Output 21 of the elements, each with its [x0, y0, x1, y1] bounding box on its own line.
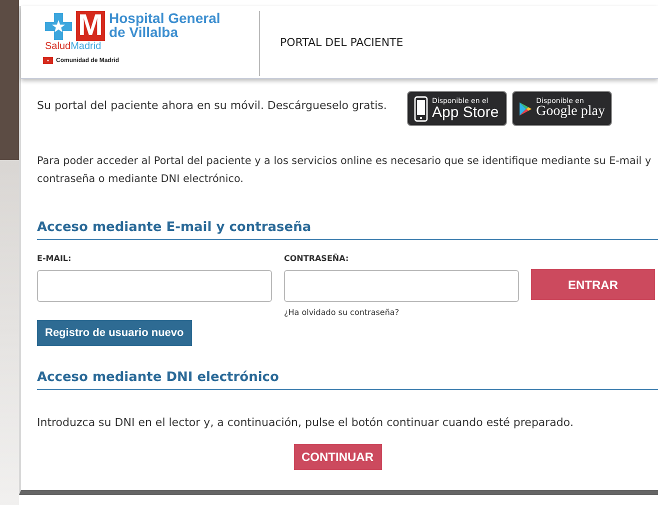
hospital-name: de Villalba [109, 25, 180, 39]
section-heading: Acceso mediante DNI electrónico [37, 370, 658, 390]
cross-logo-icon [43, 11, 75, 41]
instruction-text: Introduzca su DNI en el lector y, a continuación, pulse el botón continuar cuando esté preparado. [37, 416, 574, 429]
login-button[interactable]: ENTRAR [531, 269, 655, 300]
brand-name: SaludMadrid [45, 41, 102, 53]
input-field[interactable] [284, 270, 519, 302]
field-label: E-MAIL: [37, 254, 72, 265]
field-label: CONTRASEÑA: [284, 254, 350, 265]
section-heading: Acceso mediante E-mail y contraseña [37, 220, 658, 240]
phone-icon [414, 96, 428, 122]
register-button[interactable]: Registro de usuario nuevo [37, 320, 192, 346]
flag-icon [43, 57, 53, 64]
input-field[interactable] [37, 270, 272, 302]
portal-title: PORTAL DEL PACIENTE [279, 36, 404, 48]
forgot-password-link[interactable]: ¿Ha olvidado su contraseña? [284, 308, 519, 317]
promo-text: Su portal del paciente ahora en su móvil. Descárgueselo gratis. [37, 99, 388, 112]
hospital-name: Hospital General [109, 11, 220, 25]
intro-text: Para poder acceder al Portal del paciente y a los servicios online es necesario que se identifique mediante su E-mail y contraseña o mediante DNI electrónico. [37, 154, 652, 187]
logo-mark: M [76, 11, 105, 41]
continue-button[interactable]: CONTINUAR [294, 444, 382, 470]
